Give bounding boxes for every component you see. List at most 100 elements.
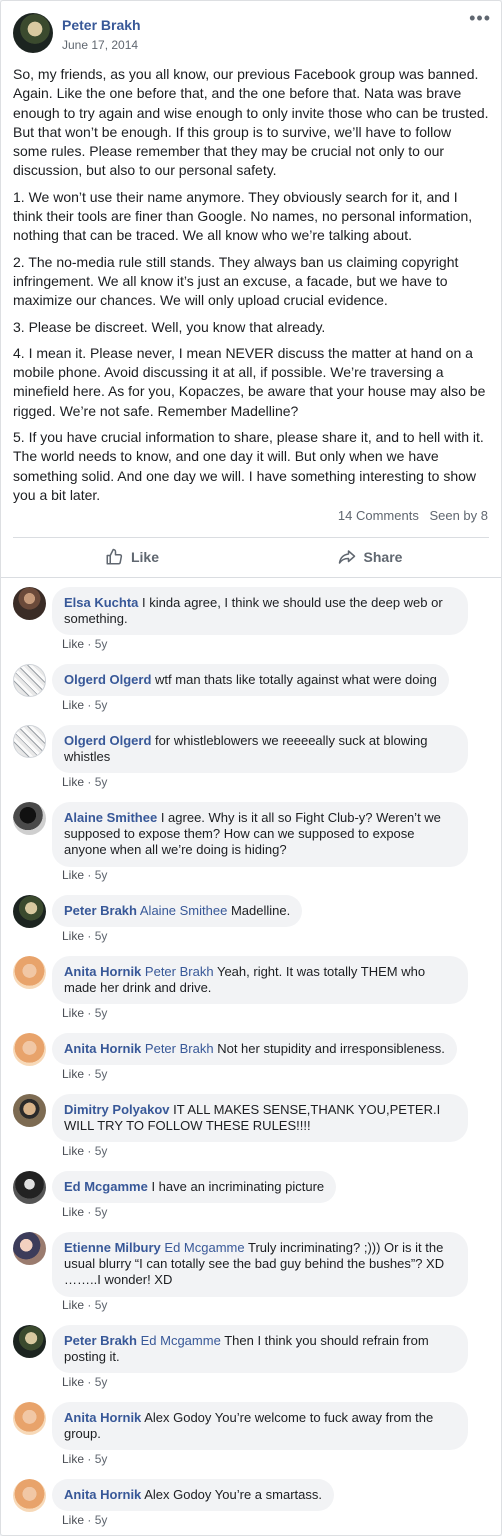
comment-like-link[interactable]: Like [62, 868, 84, 882]
avatar[interactable] [13, 1479, 46, 1512]
comment-bubble: Peter Brakh Alaine Smithee Madelline. [52, 895, 303, 928]
avatar[interactable] [13, 1094, 46, 1127]
avatar[interactable] [13, 895, 46, 928]
comment-time[interactable]: 5y [95, 1452, 108, 1466]
comment-meta: Like · 5y [62, 775, 108, 789]
comment-bubble: Olgerd Olgerd wtf man thats like totally… [52, 664, 449, 697]
avatar[interactable] [13, 587, 46, 620]
comment-author[interactable]: Ed Mcgamme [64, 1179, 148, 1194]
seen-by[interactable]: Seen by 8 [429, 508, 488, 523]
comments-count[interactable]: 14 Comments [338, 508, 419, 523]
comment-author[interactable]: Elsa Kuchta [64, 595, 138, 610]
share-icon [338, 550, 355, 564]
comment-meta: Like · 5y [62, 868, 108, 882]
comment-time[interactable]: 5y [95, 775, 108, 789]
post-paragraph: So, my friends, as you all know, our pre… [13, 66, 489, 179]
comment-bubble: Anita Hornik Alex Godoy You’re a smartas… [52, 1479, 334, 1512]
comment-like-link[interactable]: Like [62, 775, 84, 789]
comment-author[interactable]: Anita Hornik [64, 1041, 141, 1056]
comment-time[interactable]: 5y [95, 1375, 108, 1389]
post-stats: 14 Comments Seen by 8 [331, 508, 488, 523]
post-paragraph: 2. The no-media rule still stands. They … [13, 253, 459, 309]
action-bar: Like Share [13, 539, 489, 575]
share-label: Share [363, 549, 403, 565]
avatar[interactable] [13, 802, 46, 835]
comment-time[interactable]: 5y [95, 1067, 108, 1081]
avatar[interactable] [13, 664, 46, 697]
comment-time[interactable]: 5y [95, 868, 108, 882]
post-card: Peter Brakh June 17, 2014 ••• So, my fri… [0, 0, 502, 1536]
comment-text: Madelline. [230, 903, 291, 918]
avatar[interactable] [13, 1232, 46, 1265]
comment-time[interactable]: 5y [95, 698, 108, 712]
comment-bubble: Olgerd Olgerd for whistleblowers we reee… [52, 725, 468, 774]
divider [13, 537, 489, 538]
comment-time[interactable]: 5y [95, 1298, 108, 1312]
comment-mention: Alex Godoy [144, 1487, 212, 1502]
comments-divider [1, 577, 501, 578]
comment-text: wtf man thats like totally against what … [155, 672, 437, 687]
comment-time[interactable]: 5y [95, 1205, 108, 1219]
avatar[interactable] [13, 1402, 46, 1435]
post-header: Peter Brakh June 17, 2014 ••• [1, 1, 501, 61]
comment-meta: Like · 5y [62, 1205, 108, 1219]
comment-like-link[interactable]: Like [62, 1006, 84, 1020]
post-paragraph: 3. Please be discreet. Well, you know th… [13, 318, 326, 335]
comment-mention: Alex Godoy [144, 1410, 212, 1425]
more-horizontal-icon[interactable]: ••• [469, 9, 491, 27]
post-paragraph: 1. We won’t use their name anymore. They… [13, 188, 473, 244]
comment-mention[interactable]: Ed Mcgamme [164, 1240, 244, 1255]
comment-like-link[interactable]: Like [62, 1205, 84, 1219]
comment-mention[interactable]: Peter Brakh [145, 1041, 214, 1056]
comment-author[interactable]: Dimitry Polyakov [64, 1102, 170, 1117]
comment-time[interactable]: 5y [95, 929, 108, 943]
comment-like-link[interactable]: Like [62, 1375, 84, 1389]
comment-author[interactable]: Alaine Smithee [64, 810, 157, 825]
comment-author[interactable]: Anita Hornik [64, 1487, 141, 1502]
comment-author[interactable]: Anita Hornik [64, 1410, 141, 1425]
post-date[interactable]: June 17, 2014 [62, 38, 138, 52]
comment-text: You’re a smartass. [214, 1487, 322, 1502]
comment-bubble: Elsa Kuchta I kinda agree, I think we sh… [52, 587, 468, 636]
comment-like-link[interactable]: Like [62, 1452, 84, 1466]
comment-like-link[interactable]: Like [62, 637, 84, 651]
comment-meta: Like · 5y [62, 1375, 108, 1389]
comment-author[interactable]: Anita Hornik [64, 964, 141, 979]
comment-like-link[interactable]: Like [62, 1513, 84, 1527]
comment-like-link[interactable]: Like [62, 698, 84, 712]
comment-bubble: Anita Hornik Peter Brakh Yeah, right. It… [52, 956, 468, 1005]
avatar[interactable] [13, 956, 46, 989]
comment-like-link[interactable]: Like [62, 929, 84, 943]
comment-mention[interactable]: Peter Brakh [145, 964, 214, 979]
avatar[interactable] [13, 1325, 46, 1358]
author-avatar[interactable] [13, 13, 53, 53]
comment-time[interactable]: 5y [95, 1006, 108, 1020]
like-button[interactable]: Like [13, 539, 251, 575]
comment-meta: Like · 5y [62, 637, 108, 651]
avatar[interactable] [13, 1171, 46, 1204]
comment-meta: Like · 5y [62, 1513, 108, 1527]
post-author[interactable]: Peter Brakh [62, 17, 141, 33]
comment-bubble: Alaine Smithee I agree. Why is it all so… [52, 802, 468, 867]
comment-author[interactable]: Olgerd Olgerd [64, 733, 151, 748]
comment-time[interactable]: 5y [95, 1144, 108, 1158]
comment-meta: Like · 5y [62, 1298, 108, 1312]
comment-time[interactable]: 5y [95, 1513, 108, 1527]
avatar[interactable] [13, 725, 46, 758]
comment-text: Not her stupidity and irresponsibleness. [217, 1041, 445, 1056]
comment-author[interactable]: Peter Brakh [64, 1333, 137, 1348]
comment-author[interactable]: Etienne Milbury [64, 1240, 161, 1255]
comment-like-link[interactable]: Like [62, 1067, 84, 1081]
avatar[interactable] [13, 1033, 46, 1066]
comment-meta: Like · 5y [62, 1144, 108, 1158]
comment-author[interactable]: Olgerd Olgerd [64, 672, 151, 687]
comment-mention[interactable]: Ed Mcgamme [141, 1333, 221, 1348]
comment-like-link[interactable]: Like [62, 1298, 84, 1312]
comment-bubble: Dimitry Polyakov IT ALL MAKES SENSE,THAN… [52, 1094, 468, 1143]
comment-author[interactable]: Peter Brakh [64, 903, 137, 918]
comment-bubble: Anita Hornik Peter Brakh Not her stupidi… [52, 1033, 457, 1066]
share-button[interactable]: Share [251, 539, 489, 575]
comment-like-link[interactable]: Like [62, 1144, 84, 1158]
comment-mention[interactable]: Alaine Smithee [140, 903, 227, 918]
comment-time[interactable]: 5y [95, 637, 108, 651]
